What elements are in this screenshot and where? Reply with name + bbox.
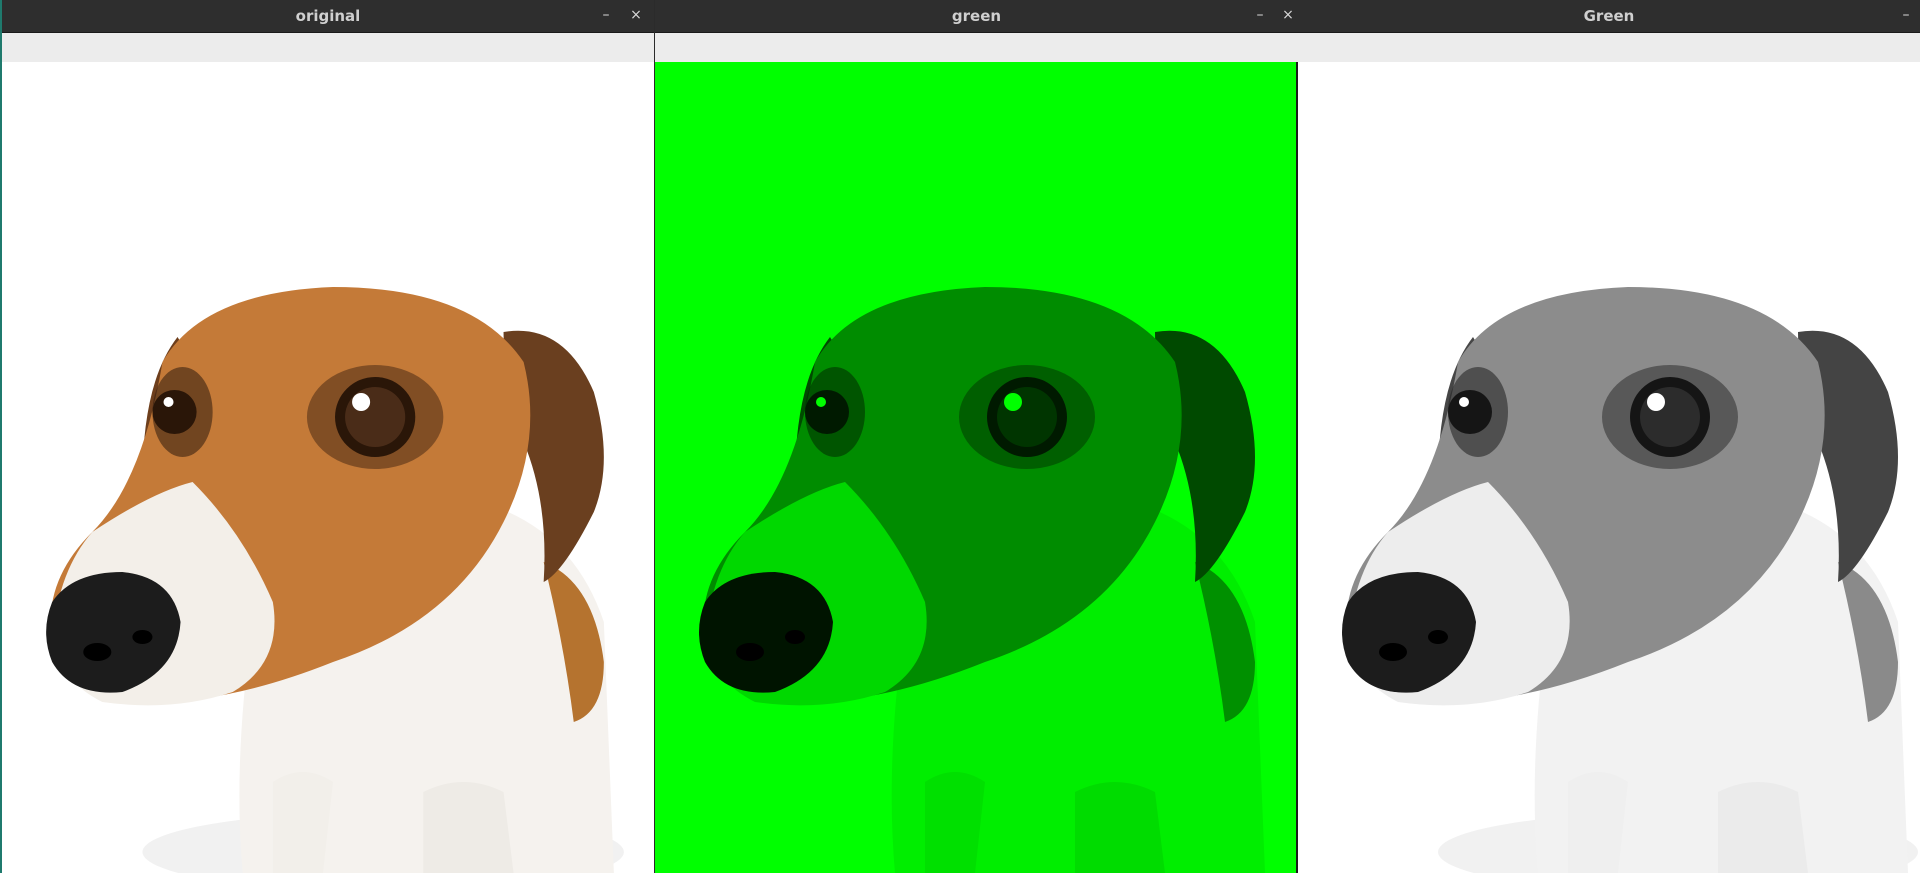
titlebar[interactable]: green – ×	[655, 0, 1298, 33]
window-title: green	[951, 7, 1002, 25]
image-canvas	[1298, 62, 1920, 873]
window-title: Green	[1583, 7, 1635, 25]
minimize-button[interactable]: –	[1894, 0, 1918, 33]
image-canvas	[655, 62, 1298, 873]
window-green-grayscale[interactable]: Green –	[1298, 0, 1920, 873]
minimize-button[interactable]: –	[1248, 0, 1272, 33]
dog-photo-icon	[1298, 62, 1920, 873]
close-button[interactable]: ×	[1276, 0, 1298, 33]
window-original[interactable]: original – ×	[0, 0, 654, 873]
toolbar-strip	[655, 33, 1298, 63]
titlebar[interactable]: Green –	[1298, 0, 1920, 33]
toolbar-strip	[2, 33, 654, 63]
close-button[interactable]: ×	[624, 0, 648, 33]
titlebar[interactable]: original – ×	[2, 0, 654, 33]
toolbar-strip	[1298, 33, 1920, 63]
minimize-button[interactable]: –	[594, 0, 618, 33]
window-title: original	[295, 7, 361, 25]
dog-photo-icon	[2, 62, 654, 873]
image-canvas	[2, 62, 654, 873]
desktop: original – × green – × Green –	[0, 0, 1920, 873]
window-green[interactable]: green – ×	[655, 0, 1298, 873]
dog-photo-icon	[655, 62, 1296, 873]
